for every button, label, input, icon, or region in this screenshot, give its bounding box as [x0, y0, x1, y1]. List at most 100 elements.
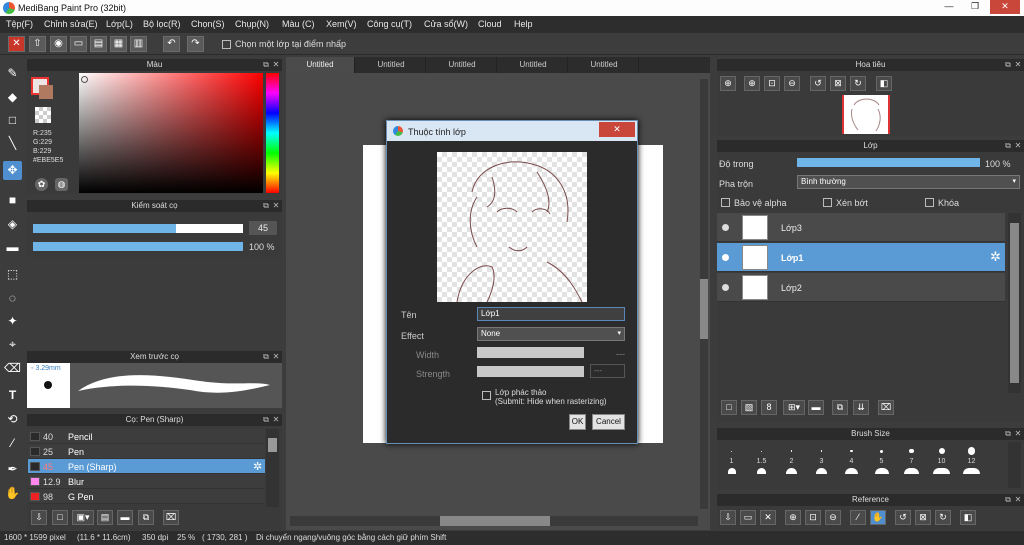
- brush-tool-icon[interactable]: ✎: [3, 64, 22, 83]
- text-tool-icon[interactable]: T: [3, 386, 22, 405]
- add-brush-icon[interactable]: ▣▾: [72, 510, 94, 525]
- vertical-scrollbar[interactable]: [700, 79, 708, 509]
- color-picker-icon[interactable]: ◍: [55, 178, 68, 191]
- brush-list-item[interactable]: 12.9 Blur: [28, 474, 265, 489]
- brush-size-option[interactable]: 1: [717, 444, 746, 476]
- navigator-thumbnail[interactable]: [842, 95, 890, 134]
- comment-icon[interactable]: ◉: [50, 36, 67, 52]
- vertical-scroll-thumb[interactable]: [700, 279, 708, 339]
- reference-reset-icon[interactable]: ⊠: [915, 510, 931, 525]
- strength-slider[interactable]: [477, 366, 584, 377]
- brush-size-option[interactable]: 3: [807, 444, 836, 476]
- ok-button[interactable]: OK: [569, 414, 586, 430]
- gradient-tool-icon[interactable]: ▬: [3, 238, 22, 257]
- float-icon[interactable]: ⧉: [261, 351, 271, 363]
- reset-icon[interactable]: ⊠: [830, 76, 846, 91]
- visibility-icon[interactable]: [722, 254, 729, 261]
- brush-size-option[interactable]: 1.5: [747, 444, 776, 476]
- new-8bit-layer-icon[interactable]: 8: [761, 400, 777, 415]
- float-icon[interactable]: ⧉: [261, 59, 271, 71]
- chat-icon[interactable]: ▭: [70, 36, 87, 52]
- reference-fit-icon[interactable]: ⊡: [805, 510, 821, 525]
- close-icon[interactable]: ✕: [271, 351, 281, 363]
- width-slider[interactable]: [477, 347, 584, 358]
- horizontal-scrollbar[interactable]: [290, 516, 698, 526]
- menu-view[interactable]: Xem(V): [326, 19, 357, 29]
- fill-rect-tool-icon[interactable]: ■: [3, 191, 22, 210]
- reference-zoom-out-icon[interactable]: ⊖: [825, 510, 841, 525]
- reference-flip-icon[interactable]: ◧: [960, 510, 976, 525]
- hue-slider[interactable]: [266, 73, 279, 193]
- select-rect-icon[interactable]: ⬚: [3, 265, 22, 284]
- zoom-out-icon[interactable]: ⊖: [784, 76, 800, 91]
- menu-tools[interactable]: Công cụ(T): [367, 19, 412, 29]
- lasso-icon[interactable]: ◌: [3, 289, 22, 308]
- upload-icon[interactable]: ⇧: [29, 36, 46, 52]
- menu-select[interactable]: Chọn(S): [191, 19, 225, 29]
- tab-document-4[interactable]: Untitled: [499, 57, 568, 73]
- horizontal-scroll-thumb[interactable]: [440, 516, 550, 526]
- layer-row-lop1[interactable]: Lớp1 ✲: [717, 243, 1005, 272]
- reference-zoom-in-icon[interactable]: ⊕: [785, 510, 801, 525]
- zoom-in-icon[interactable]: ⊕: [720, 76, 736, 91]
- tab-document-5[interactable]: Untitled: [570, 57, 639, 73]
- layer-row-lop2[interactable]: Lớp2: [717, 273, 1005, 302]
- brush-size-value[interactable]: 45: [249, 221, 277, 235]
- menu-color[interactable]: Màu (C): [282, 19, 315, 29]
- menu-layer[interactable]: Lớp(L): [106, 19, 133, 29]
- layer-row-lop3[interactable]: Lớp3: [717, 213, 1005, 242]
- menu-help[interactable]: Help: [514, 19, 533, 29]
- dropper-icon[interactable]: ✒: [3, 460, 22, 479]
- reference-rotate-right-icon[interactable]: ↻: [935, 510, 951, 525]
- brush-size-option[interactable]: 10: [927, 444, 956, 476]
- strength-value[interactable]: ---: [590, 364, 625, 378]
- layer-settings-gear-icon[interactable]: ✲: [990, 249, 1001, 265]
- reference-download-icon[interactable]: ⇩: [720, 510, 736, 525]
- effect-select[interactable]: None ▾: [477, 327, 625, 341]
- flip-icon[interactable]: ◧: [876, 76, 892, 91]
- visibility-icon[interactable]: [722, 284, 729, 291]
- duplicate-icon[interactable]: ⧉: [138, 510, 154, 525]
- restore-button[interactable]: ❐: [964, 0, 986, 14]
- layer-scrollbar[interactable]: [1008, 213, 1021, 393]
- draft-layer-checkbox[interactable]: [482, 391, 491, 400]
- hand-icon[interactable]: ✋: [3, 484, 22, 503]
- delete-icon[interactable]: ✕: [8, 36, 25, 52]
- saturation-value-picker[interactable]: [79, 73, 263, 193]
- select-layer-checkbox[interactable]: [222, 40, 231, 49]
- close-icon[interactable]: ✕: [271, 200, 281, 212]
- pages-icon[interactable]: ▦: [110, 36, 127, 52]
- hand-rotate-icon[interactable]: ⟲: [3, 410, 22, 429]
- menu-file[interactable]: Tệp(F): [6, 19, 33, 29]
- close-icon[interactable]: ✕: [271, 59, 281, 71]
- new-brush-icon[interactable]: □: [52, 510, 68, 525]
- magic-wand-icon[interactable]: ✦: [3, 312, 22, 331]
- dialog-close-button[interactable]: ✕: [599, 122, 635, 137]
- reference-eyedropper-icon[interactable]: ⁄: [850, 510, 866, 525]
- brush-size-option[interactable]: 4: [837, 444, 866, 476]
- float-icon[interactable]: ⧉: [1003, 494, 1013, 506]
- float-icon[interactable]: ⧉: [1003, 140, 1013, 152]
- select-eraser-icon[interactable]: ⌫: [3, 359, 22, 378]
- float-icon[interactable]: ⧉: [261, 200, 271, 212]
- brush-list-item[interactable]: 40 Pencil: [28, 429, 265, 444]
- new-layer-icon[interactable]: □: [721, 400, 737, 415]
- reference-rotate-left-icon[interactable]: ↺: [895, 510, 911, 525]
- layer-opacity-slider[interactable]: [797, 158, 980, 167]
- reference-open-icon[interactable]: ▭: [740, 510, 756, 525]
- brush-settings-icon[interactable]: ▤: [97, 510, 113, 525]
- close-icon[interactable]: ✕: [1013, 494, 1023, 506]
- layer-name-input[interactable]: Lớp1: [477, 307, 625, 321]
- brush-list-item[interactable]: 98 G Pen: [28, 489, 265, 504]
- merge-layer-icon[interactable]: ⇊: [853, 400, 869, 415]
- reference-hand-icon[interactable]: ✋: [870, 510, 886, 525]
- delete-layer-icon[interactable]: ⌧: [878, 400, 894, 415]
- brush-size-slider[interactable]: [33, 224, 243, 233]
- blend-mode-select[interactable]: Bình thường ▾: [797, 175, 1020, 189]
- menu-filter[interactable]: Bộ lọc(R): [143, 19, 181, 29]
- grid-icon[interactable]: ▥: [130, 36, 147, 52]
- brush-list-scroll-thumb[interactable]: [268, 438, 277, 452]
- rect-tool-icon[interactable]: □: [3, 111, 22, 130]
- visibility-icon[interactable]: [722, 224, 729, 231]
- brush-settings-gear-icon[interactable]: ✲: [253, 460, 262, 473]
